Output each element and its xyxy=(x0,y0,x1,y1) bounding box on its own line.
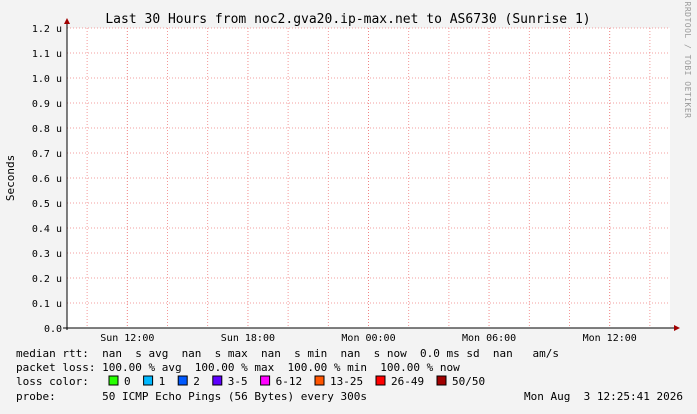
loss-color-swatch xyxy=(436,375,447,386)
latency-chart: 0.0 0.1 u 0.2 u 0.3 u 0.4 u 0.5 u 0.6 u 0.7 u 0.… xyxy=(4,2,692,403)
loss-color-value: 50/50 xyxy=(452,375,485,388)
y-tick-label: 1.0 u xyxy=(32,74,62,85)
loss-color-swatch xyxy=(177,375,188,386)
x-tick-label: Mon 00:00 xyxy=(341,333,395,344)
packet-loss-line: packet loss: 100.00 % avg 100.00 % max 1… xyxy=(16,361,460,374)
x-tick-label: Sun 18:00 xyxy=(221,333,275,344)
y-tick-label: 0.5 u xyxy=(32,199,62,210)
loss-color-value: 1 xyxy=(159,375,166,388)
loss-color-label: loss color: xyxy=(16,375,89,388)
loss-color-swatch xyxy=(375,375,386,386)
loss-color-value: 2 xyxy=(193,375,200,388)
y-tick-label: 0.8 u xyxy=(32,124,62,135)
loss-color-swatch xyxy=(314,375,325,386)
x-tick-label: Sun 12:00 xyxy=(100,333,154,344)
y-tick-label: 0.6 u xyxy=(32,174,62,185)
loss-color-value: 3-5 xyxy=(228,375,248,388)
x-axis-arrow xyxy=(674,325,680,331)
y-axis-arrow xyxy=(64,18,70,24)
smokeping-graph: 0.0 0.1 u 0.2 u 0.3 u 0.4 u 0.5 u 0.6 u 0.7 u 0.… xyxy=(0,0,697,410)
y-tick-label: 1.1 u xyxy=(32,49,62,60)
loss-color-value: 6-12 xyxy=(276,375,303,388)
probe-line: probe: 50 ICMP Echo Pings (56 Bytes) eve… xyxy=(16,390,367,403)
loss-color-swatch xyxy=(212,375,223,386)
y-tick-label: 1.2 u xyxy=(32,24,62,35)
y-tick-label: 0.3 u xyxy=(32,249,62,260)
loss-color-value: 0 xyxy=(124,375,131,388)
y-tick-label: 0.7 u xyxy=(32,149,62,160)
loss-color-swatch xyxy=(143,375,154,386)
x-tick-label: Mon 06:00 xyxy=(462,333,516,344)
x-tick-label: Mon 12:00 xyxy=(583,333,637,344)
y-tick-label: 0.9 u xyxy=(32,99,62,110)
y-axis-label: Seconds xyxy=(4,155,17,201)
median-rtt-line: median rtt: nan s avg nan s max nan s mi… xyxy=(16,347,559,360)
loss-color-swatch xyxy=(260,375,271,386)
rrdtool-watermark: RRDTOOL / TOBI OETIKER xyxy=(683,2,692,119)
timestamp: Mon Aug 3 12:25:41 2026 xyxy=(524,390,683,403)
y-tick-label: 0.2 u xyxy=(32,274,62,285)
loss-color-value: 13-25 xyxy=(330,375,363,388)
loss-color-value: 26-49 xyxy=(391,375,424,388)
y-tick-label: 0.0 xyxy=(44,324,62,335)
loss-color-swatch xyxy=(108,375,119,386)
loss-color-legend: 0 1 2 3-5 6-12 13-25 26-49 50/50 xyxy=(108,375,485,388)
y-tick-label: 0.1 u xyxy=(32,299,62,310)
chart-title: Last 30 Hours from noc2.gva20.ip-max.net… xyxy=(105,12,590,27)
y-tick-label: 0.4 u xyxy=(32,224,62,235)
